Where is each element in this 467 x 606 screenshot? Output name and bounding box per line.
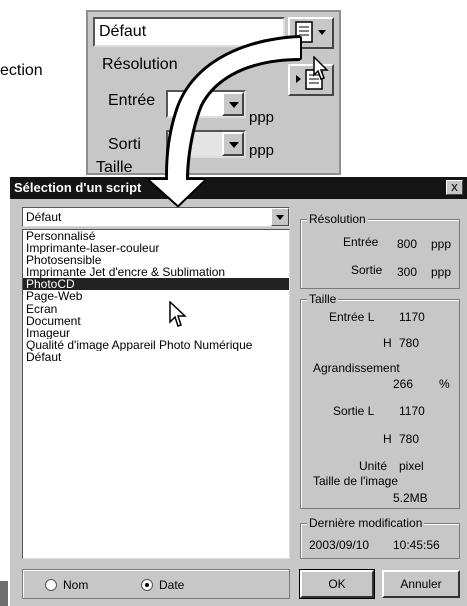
mouse-cursor-icon [169,301,187,327]
curved-arrow-icon [148,35,302,207]
mouse-cursor-icon [313,56,329,80]
